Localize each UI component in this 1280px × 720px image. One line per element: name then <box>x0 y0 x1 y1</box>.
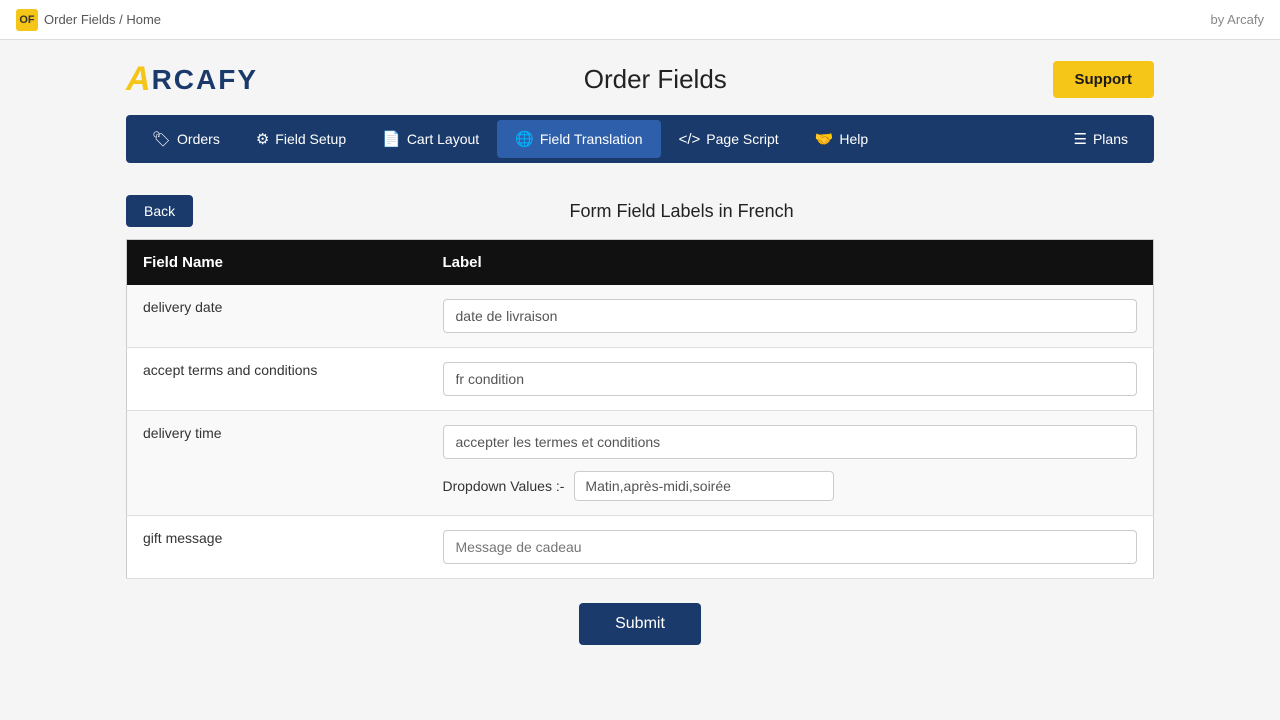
main-container: ARCAFY Order Fields Support 🏷 Orders ⚙ F… <box>110 40 1170 675</box>
field-setup-icon: ⚙ <box>256 130 269 148</box>
field-name-cell: delivery date <box>127 285 427 348</box>
label-input[interactable] <box>443 425 1138 459</box>
nav-item-cart-layout[interactable]: 📄 Cart Layout <box>364 120 497 158</box>
label-cell <box>427 516 1154 579</box>
dropdown-row: Dropdown Values :- <box>443 471 1138 501</box>
field-table: Field Name Label delivery dateaccept ter… <box>126 239 1154 579</box>
field-name-cell: delivery time <box>127 411 427 516</box>
nav-label-page-script: Page Script <box>706 131 778 147</box>
table-row: delivery time Dropdown Values :- <box>127 411 1154 516</box>
logo: ARCAFY <box>126 60 258 99</box>
col-label: Label <box>427 240 1154 286</box>
table-row: delivery date <box>127 285 1154 348</box>
nav-item-orders[interactable]: 🏷 Orders <box>134 120 238 158</box>
field-name-cell: gift message <box>127 516 427 579</box>
topbar: OF Order Fields / Home by Arcafy <box>0 0 1280 40</box>
table-row: accept terms and conditions <box>127 348 1154 411</box>
cart-layout-icon: 📄 <box>382 130 401 148</box>
label-input[interactable] <box>443 362 1138 396</box>
back-button[interactable]: Back <box>126 195 193 227</box>
label-cell <box>427 348 1154 411</box>
topbar-left: OF Order Fields / Home <box>16 9 161 31</box>
support-button[interactable]: Support <box>1053 61 1155 98</box>
page-title: Order Fields <box>258 64 1052 95</box>
help-icon: 🤝 <box>815 130 834 148</box>
page-script-icon: </> <box>679 131 701 148</box>
back-row: Back Form Field Labels in French <box>126 183 1154 239</box>
col-field-name: Field Name <box>127 240 427 286</box>
field-translation-icon: 🌐 <box>515 130 534 148</box>
table-header-row: Field Name Label <box>127 240 1154 286</box>
submit-row: Submit <box>126 579 1154 655</box>
logo-text: RCAFY <box>152 64 258 96</box>
nav-item-field-translation[interactable]: 🌐 Field Translation <box>497 120 660 158</box>
nav-label-orders: Orders <box>177 131 220 147</box>
dropdown-label: Dropdown Values :- <box>443 478 565 494</box>
label-cell: Dropdown Values :- <box>427 411 1154 516</box>
nav-label-field-translation: Field Translation <box>540 131 643 147</box>
header-row: ARCAFY Order Fields Support <box>126 60 1154 99</box>
nav-item-help[interactable]: 🤝 Help <box>797 120 886 158</box>
breadcrumb: Order Fields / Home <box>44 12 161 27</box>
plans-icon: ☰ <box>1074 130 1087 148</box>
submit-button[interactable]: Submit <box>579 603 701 645</box>
nav-item-page-script[interactable]: </> Page Script <box>661 121 797 158</box>
nav: 🏷 Orders ⚙ Field Setup 📄 Cart Layout 🌐 F… <box>126 115 1154 163</box>
nav-label-field-setup: Field Setup <box>275 131 346 147</box>
nav-item-field-setup[interactable]: ⚙ Field Setup <box>238 120 364 158</box>
field-name-cell: accept terms and conditions <box>127 348 427 411</box>
dropdown-values-input[interactable] <box>574 471 834 501</box>
table-row: gift message <box>127 516 1154 579</box>
nav-label-help: Help <box>839 131 868 147</box>
logo-a: A <box>126 60 152 99</box>
nav-item-plans[interactable]: ☰ Plans <box>1056 120 1146 158</box>
orders-icon: 🏷 <box>152 130 171 148</box>
nav-label-plans: Plans <box>1093 131 1128 147</box>
label-input[interactable] <box>443 299 1138 333</box>
label-cell <box>427 285 1154 348</box>
label-input[interactable] <box>443 530 1138 564</box>
app-icon: OF <box>16 9 38 31</box>
form-title: Form Field Labels in French <box>209 201 1154 222</box>
nav-label-cart-layout: Cart Layout <box>407 131 479 147</box>
by-label: by Arcafy <box>1211 12 1264 27</box>
